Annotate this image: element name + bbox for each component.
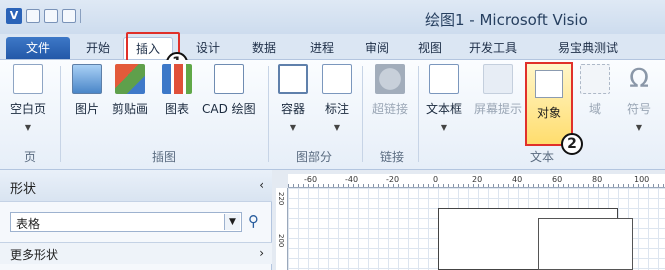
chevron-down-icon: ▼ <box>24 123 32 132</box>
shapes-pane-header: 形状 ‹ <box>0 170 272 202</box>
group-label-illustrations: 插图 <box>152 150 177 164</box>
container-button[interactable]: 容器 ▼ <box>278 64 308 132</box>
clipart-button[interactable]: 剪贴画 <box>112 64 148 117</box>
textbox-button[interactable]: 文本框 ▼ <box>426 64 462 132</box>
callout-button[interactable]: 标注 ▼ <box>322 64 352 132</box>
visio-logo: V <box>6 8 22 24</box>
redo-icon[interactable] <box>62 9 76 23</box>
symbol-button[interactable]: Ω 符号 ▼ <box>624 64 654 132</box>
search-icon[interactable]: ⚲ <box>248 212 259 230</box>
blank-page-button[interactable]: 空白页 ▼ <box>10 64 46 132</box>
ribbon-tabs: 文件 开始 插入 设计 数据 进程 审阅 视图 开发工具 易宝典测试 <box>0 34 665 60</box>
chevron-down-icon: ▼ <box>289 123 297 132</box>
vertical-ruler: 220 200 <box>276 188 288 270</box>
shapes-pane: 形状 ‹ 表格 ▼ ⚲ 更多形状 › <box>0 170 272 270</box>
canvas-grid <box>288 188 665 270</box>
chart-button[interactable]: 图表 <box>162 64 192 117</box>
screentip-icon <box>483 64 513 94</box>
chevron-down-icon: ▼ <box>635 123 643 132</box>
tab-home[interactable]: 开始 <box>78 37 118 59</box>
more-shapes-button[interactable]: 更多形状 › <box>0 242 272 264</box>
chevron-down-icon: ▼ <box>333 123 341 132</box>
callout-icon <box>322 64 352 94</box>
object-icon <box>535 70 563 98</box>
group-separator <box>362 66 363 162</box>
drawing-canvas[interactable]: -60 -40 -20 0 20 40 60 80 100 220 200 <box>272 170 665 270</box>
tab-developer[interactable]: 开发工具 <box>463 37 523 59</box>
cad-drawing-button[interactable]: CAD 绘图 <box>202 64 256 117</box>
group-separator <box>268 66 269 162</box>
cad-drawing-icon <box>213 64 244 94</box>
tab-process[interactable]: 进程 <box>302 37 342 59</box>
drawn-shape[interactable] <box>538 218 633 270</box>
shapes-search-input[interactable]: 表格 ▼ <box>10 212 242 232</box>
collapse-icon[interactable]: ‹ <box>259 178 264 192</box>
group-label-pages: 页 <box>24 150 37 164</box>
dropdown-arrow-icon[interactable]: ▼ <box>224 214 240 230</box>
hyperlink-button[interactable]: 超链接 <box>372 64 408 117</box>
field-button[interactable]: 域 <box>580 64 610 117</box>
clipart-icon <box>115 64 145 94</box>
group-label-diagram-parts: 图部分 <box>296 150 333 164</box>
shapes-pane-title: 形状 <box>10 182 37 197</box>
window-title: 绘图1 - Microsoft Visio <box>425 11 588 29</box>
container-icon <box>278 64 308 94</box>
textbox-icon <box>429 64 459 94</box>
chevron-right-icon: › <box>259 246 264 260</box>
globe-link-icon <box>375 64 405 94</box>
tab-review[interactable]: 审阅 <box>357 37 397 59</box>
chart-icon <box>162 64 192 94</box>
field-icon <box>580 64 610 94</box>
group-label-links: 链接 <box>380 150 405 164</box>
tab-design[interactable]: 设计 <box>188 37 228 59</box>
blank-page-icon <box>13 64 43 94</box>
step-marker-2: 2 <box>561 133 583 155</box>
picture-button[interactable]: 图片 <box>72 64 102 117</box>
tab-view[interactable]: 视图 <box>410 37 450 59</box>
tab-file[interactable]: 文件 <box>6 37 70 59</box>
group-separator <box>418 66 419 162</box>
group-separator <box>60 66 61 162</box>
qat-separator <box>80 9 81 23</box>
quick-access-toolbar: V <box>6 8 81 24</box>
omega-symbol-icon: Ω <box>629 64 649 94</box>
save-icon[interactable] <box>26 9 40 23</box>
tab-data[interactable]: 数据 <box>244 37 284 59</box>
group-label-text: 文本 <box>530 150 555 164</box>
picture-icon <box>72 64 102 94</box>
chevron-down-icon: ▼ <box>440 123 448 132</box>
screentip-button[interactable]: 屏幕提示 <box>474 64 522 117</box>
horizontal-ruler: -60 -40 -20 0 20 40 60 80 100 <box>288 174 665 188</box>
title-bar: V 绘图1 - Microsoft Visio <box>0 0 665 34</box>
undo-icon[interactable] <box>44 9 58 23</box>
tab-yibaodian-test[interactable]: 易宝典测试 <box>548 37 628 59</box>
